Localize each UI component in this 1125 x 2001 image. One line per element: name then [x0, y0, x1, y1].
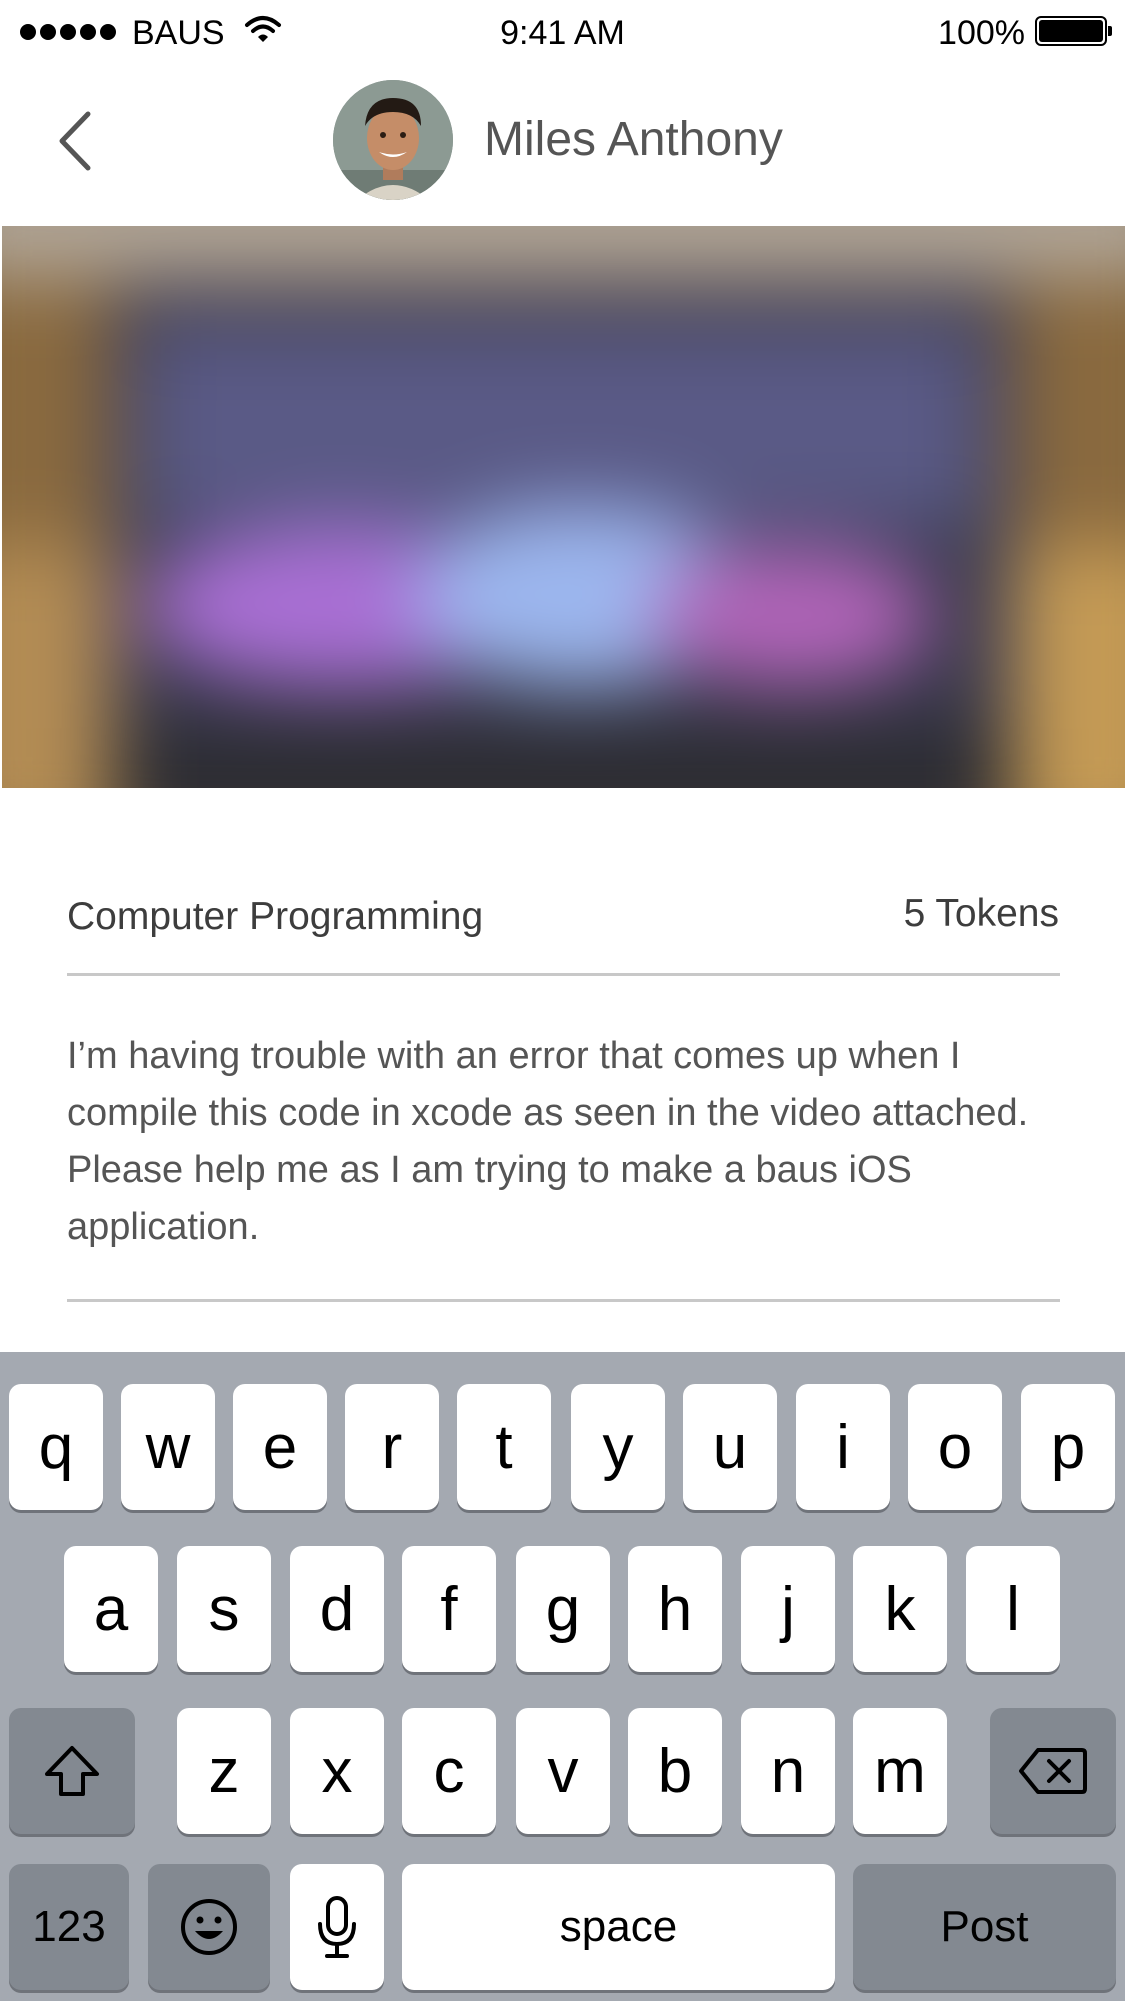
divider [67, 973, 1060, 976]
key-w[interactable]: w [121, 1384, 215, 1510]
dictation-key[interactable] [290, 1864, 384, 1990]
battery-icon [1035, 16, 1112, 46]
user-name[interactable]: Miles Anthony [484, 112, 783, 167]
key-p[interactable]: p [1021, 1384, 1115, 1510]
key-c[interactable]: c [402, 1708, 496, 1834]
token-count: 5 Tokens [903, 892, 1059, 935]
key-t[interactable]: t [457, 1384, 551, 1510]
key-i[interactable]: i [796, 1384, 890, 1510]
key-r[interactable]: r [345, 1384, 439, 1510]
key-k[interactable]: k [853, 1546, 947, 1672]
microphone-icon [318, 1896, 356, 1958]
keyboard: q w e r t y u i o p a s d f g h j k l z … [0, 1352, 1125, 2001]
key-z[interactable]: z [177, 1708, 271, 1834]
key-n[interactable]: n [741, 1708, 835, 1834]
chevron-left-icon [59, 111, 91, 171]
space-key[interactable]: space [402, 1864, 835, 1990]
key-v[interactable]: v [516, 1708, 610, 1834]
key-e[interactable]: e [233, 1384, 327, 1510]
key-s[interactable]: s [177, 1546, 271, 1672]
key-f[interactable]: f [402, 1546, 496, 1672]
description-text[interactable]: I’m having trouble with an error that co… [67, 1028, 1057, 1256]
key-y[interactable]: y [571, 1384, 665, 1510]
key-o[interactable]: o [908, 1384, 1002, 1510]
key-q[interactable]: q [9, 1384, 103, 1510]
key-l[interactable]: l [966, 1546, 1060, 1672]
status-bar: BAUS 9:41 AM 100% [0, 0, 1125, 66]
divider [67, 1299, 1060, 1302]
delete-backspace-icon [1019, 1748, 1087, 1794]
key-d[interactable]: d [290, 1546, 384, 1672]
post-button[interactable]: Post [853, 1864, 1116, 1990]
back-button[interactable] [50, 106, 110, 176]
key-a[interactable]: a [64, 1546, 158, 1672]
emoji-face-icon [181, 1899, 237, 1955]
delete-key[interactable] [990, 1708, 1116, 1834]
key-g[interactable]: g [516, 1546, 610, 1672]
shift-arrow-icon [45, 1746, 99, 1796]
numbers-key[interactable]: 123 [9, 1864, 129, 1990]
key-m[interactable]: m [853, 1708, 947, 1834]
key-b[interactable]: b [628, 1708, 722, 1834]
shift-key[interactable] [9, 1708, 135, 1834]
key-h[interactable]: h [628, 1546, 722, 1672]
category-label: Computer Programming [67, 895, 484, 938]
navigation-bar: Miles Anthony [0, 66, 1125, 226]
key-x[interactable]: x [290, 1708, 384, 1834]
avatar[interactable] [333, 80, 453, 200]
emoji-key[interactable] [148, 1864, 270, 1990]
key-j[interactable]: j [741, 1546, 835, 1672]
key-u[interactable]: u [683, 1384, 777, 1510]
video-preview[interactable] [2, 226, 1125, 788]
video-thumbnail [2, 226, 1125, 788]
battery-percentage: 100% [938, 14, 1025, 52]
